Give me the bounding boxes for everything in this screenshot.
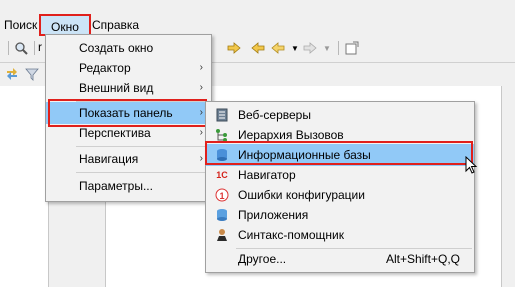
menu-divider [76, 146, 209, 147]
svg-text:1: 1 [219, 191, 224, 201]
navigator-pane [0, 86, 49, 287]
submenu-item-config-errors[interactable]: 1 Ошибки конфигурации [206, 184, 474, 206]
syntax-helper-icon [214, 227, 230, 243]
menu-item-navigation[interactable]: Навигация › [46, 148, 211, 170]
submenu-item-label: Ошибки конфигурации [238, 188, 365, 202]
pin-editor-icon[interactable] [344, 40, 360, 56]
prev-annotation-icon[interactable] [250, 40, 266, 56]
submenu-item-label: Навигатор [238, 168, 296, 182]
submenu-item-label: Веб-серверы [238, 108, 311, 122]
forward-icon[interactable] [302, 40, 318, 56]
menu-divider [76, 172, 209, 173]
submenu-item-label: Синтакс-помощник [238, 228, 344, 242]
toolbar-separator [34, 41, 35, 55]
submenu-item-other[interactable]: Другое... Alt+Shift+Q,Q [206, 248, 474, 270]
navigator-icon: 1C [216, 170, 228, 180]
submenu-item-applications[interactable]: Приложения [206, 204, 474, 226]
mouse-pointer-icon [465, 155, 479, 179]
filter-icon[interactable] [24, 66, 40, 82]
submenu-item-label: Другое... [238, 252, 287, 266]
menu-item-label: Внешний вид [79, 81, 154, 95]
submenu-item-web-servers[interactable]: Веб-серверы [206, 104, 474, 126]
applications-icon [214, 207, 230, 223]
submenu-item-navigator[interactable]: 1C Навигатор [206, 164, 474, 186]
forward-dropdown-icon[interactable]: ▼ [319, 40, 335, 56]
chevron-right-icon: › [199, 62, 203, 73]
toolbar-separator [8, 41, 9, 55]
submenu-item-syntax-helper[interactable]: Синтакс-помощник [206, 224, 474, 246]
chevron-right-icon: › [199, 153, 203, 164]
menu-item-preferences[interactable]: Параметры... [46, 175, 211, 197]
menu-item-editor[interactable]: Редактор › [46, 57, 211, 79]
editor-tabbar [210, 62, 500, 87]
sync-icon[interactable] [4, 66, 20, 82]
shortcut-label: Alt+Shift+Q,Q [385, 252, 460, 266]
menu-search[interactable]: Поиск [4, 17, 37, 33]
menu-item-label: Навигация [79, 152, 139, 166]
chevron-right-icon: › [199, 82, 203, 93]
toolbar-separator [338, 41, 339, 55]
menu-item-appearance[interactable]: Внешний вид › [46, 77, 211, 99]
submenu-item-label: Приложения [238, 208, 309, 222]
menu-help[interactable]: Справка [92, 17, 139, 33]
callout-infobases [205, 141, 473, 165]
menu-item-label: Создать окно [79, 41, 154, 55]
view-toolbar [0, 63, 50, 85]
menu-item-new-window[interactable]: Создать окно [46, 37, 211, 59]
menu-item-label: Параметры... [79, 179, 153, 193]
show-view-submenu: Веб-серверы Иерархия Вызовов Информацион… [205, 101, 475, 273]
back-icon[interactable] [270, 40, 286, 56]
menu-window[interactable]: Окно [39, 14, 91, 36]
back-dropdown-icon[interactable]: ▼ [287, 40, 303, 56]
menubar: Поиск Окно Справка [0, 14, 515, 36]
search-icon[interactable] [13, 40, 29, 56]
web-servers-icon [214, 107, 230, 123]
callout-show-view [48, 99, 207, 127]
config-errors-icon: 1 [214, 187, 230, 203]
next-annotation-icon[interactable] [226, 40, 242, 56]
menu-item-label: Редактор [79, 61, 131, 75]
